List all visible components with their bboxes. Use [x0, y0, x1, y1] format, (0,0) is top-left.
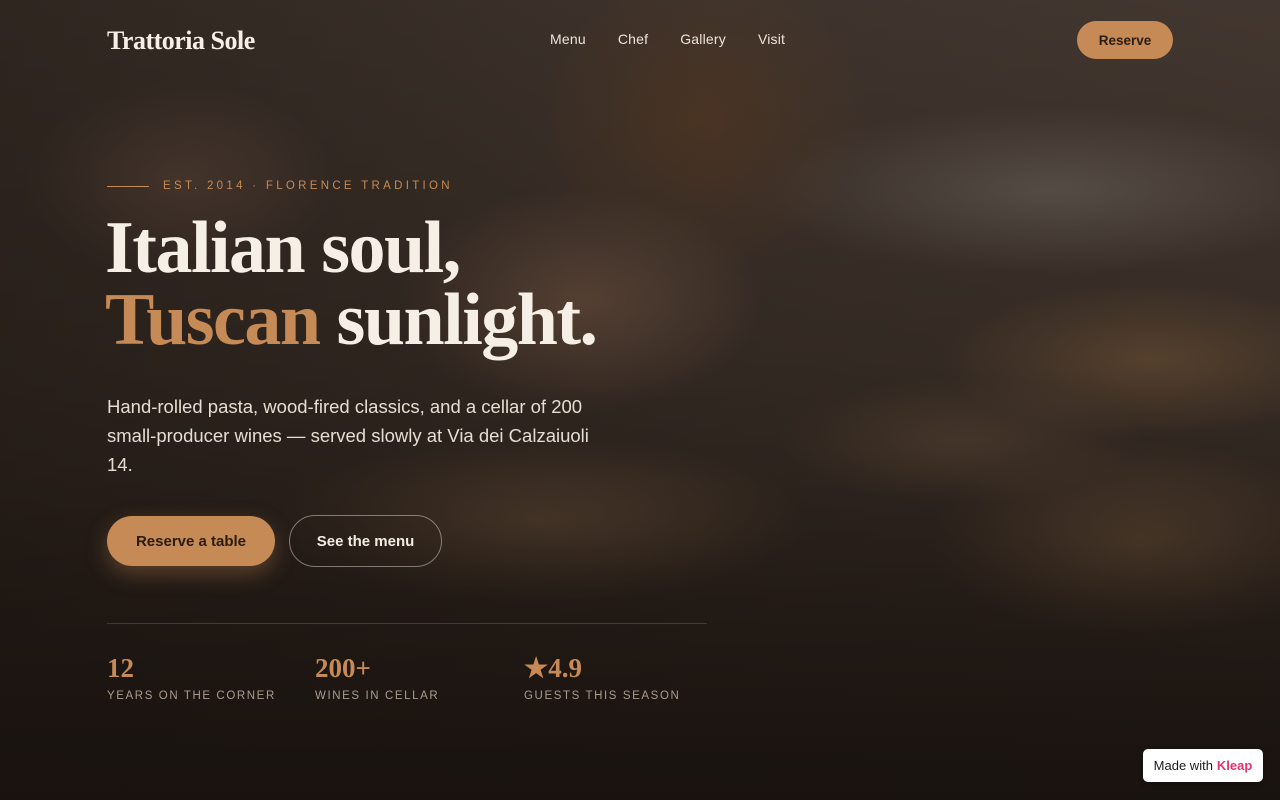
header-reserve-button[interactable]: Reserve [1077, 21, 1173, 59]
badge-prefix: Made with [1153, 758, 1213, 773]
nav-link-visit[interactable]: Visit [758, 31, 785, 47]
stat-rating: ★4.9 GUESTS THIS SEASON [524, 652, 680, 702]
eyebrow-text: EST. 2014 · FLORENCE TRADITION [163, 180, 453, 192]
headline-accent-word: Tuscan [105, 279, 321, 361]
nav-link-menu[interactable]: Menu [550, 31, 586, 47]
stat-value: 200+ [315, 653, 371, 683]
stat-value: 12 [107, 653, 134, 683]
hero-eyebrow: EST. 2014 · FLORENCE TRADITION [107, 180, 453, 192]
hero-headline: Italian soul, Tuscan sunlight. [105, 211, 598, 357]
main-nav: Menu Chef Gallery Visit [550, 31, 785, 47]
reserve-table-button[interactable]: Reserve a table [107, 516, 275, 566]
stat-years: 12 YEARS ON THE CORNER [107, 652, 276, 702]
stat-value: ★4.9 [524, 653, 582, 683]
site-logo[interactable]: Trattoria Sole [107, 26, 255, 56]
stats-row: 12 YEARS ON THE CORNER 200+ WINES IN CEL… [107, 652, 707, 712]
hero-description: Hand-rolled pasta, wood-fired classics, … [107, 396, 589, 475]
headline-line-2-rest: sunlight. [319, 279, 599, 361]
headline-line-1: Italian soul, [105, 207, 461, 289]
nav-link-gallery[interactable]: Gallery [680, 31, 726, 47]
stat-label: WINES IN CELLAR [315, 690, 440, 702]
made-with-badge[interactable]: Made with Kleap [1143, 749, 1263, 782]
stats-divider [107, 623, 707, 624]
see-menu-button[interactable]: See the menu [289, 515, 442, 567]
stat-label: GUESTS THIS SEASON [524, 690, 681, 702]
badge-brand: Kleap [1216, 758, 1253, 773]
stat-label: YEARS ON THE CORNER [107, 690, 276, 702]
stat-wines: 200+ WINES IN CELLAR [315, 652, 439, 702]
nav-link-chef[interactable]: Chef [618, 31, 648, 47]
site-header: Trattoria Sole Menu Chef Gallery Visit R… [0, 0, 1280, 80]
eyebrow-rule [107, 185, 149, 187]
